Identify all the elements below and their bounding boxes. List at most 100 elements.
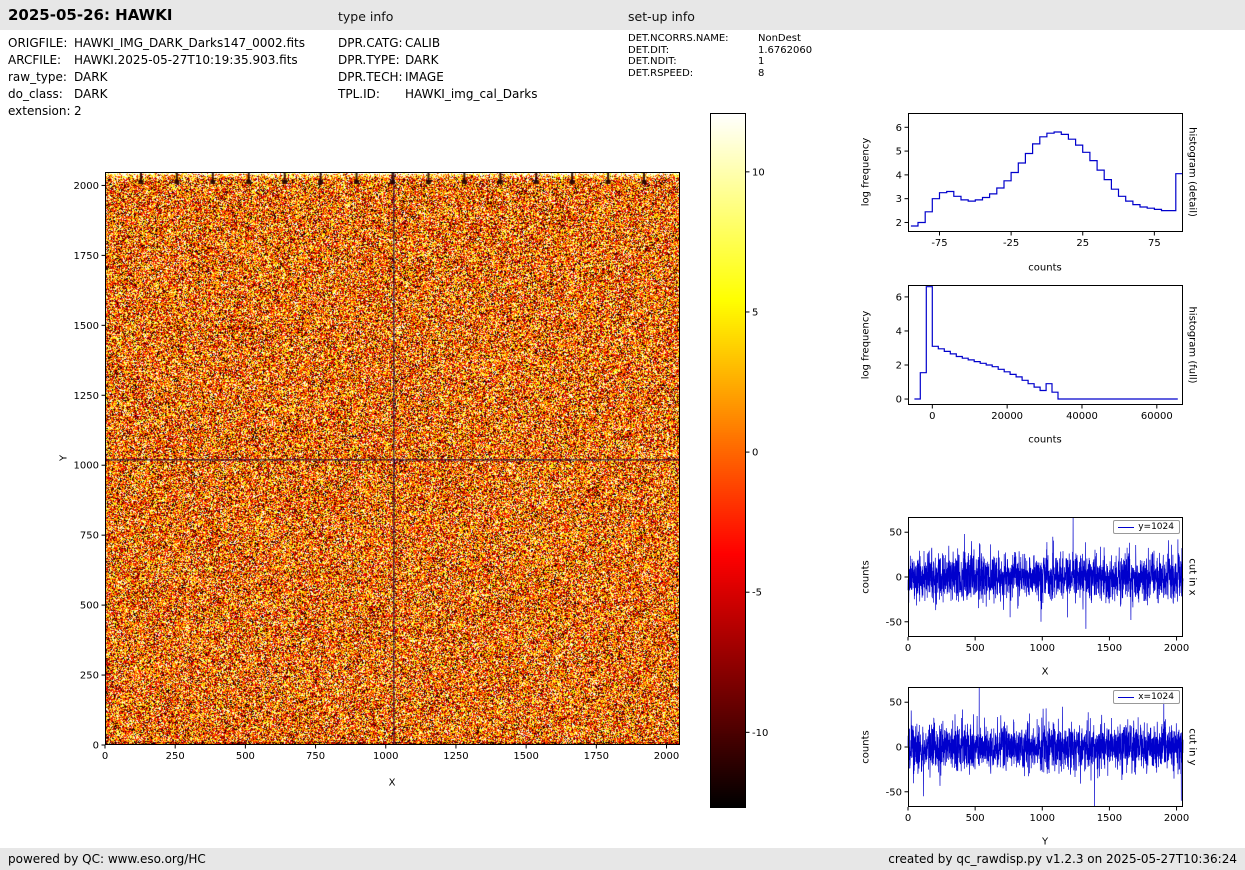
svg-text:2000: 2000: [1164, 643, 1189, 654]
svg-text:0: 0: [896, 743, 902, 754]
meta-row: DET.DIT: 1.6762060: [628, 45, 812, 57]
svg-text:4: 4: [896, 326, 902, 337]
meta-value: CALIB: [405, 35, 440, 52]
meta-row: ORIGFILE: HAWKI_IMG_DARK_Darks147_0002.f…: [8, 35, 305, 52]
setup-info-block: DET.NCORRS.NAME: NonDest DET.DIT: 1.6762…: [628, 33, 812, 79]
meta-value: DARK: [74, 86, 107, 103]
svg-text:5: 5: [896, 147, 902, 158]
meta-label: DET.RSPEED:: [628, 68, 758, 80]
meta-row: extension: 2: [8, 103, 305, 120]
svg-text:1250: 1250: [74, 391, 99, 402]
svg-text:5: 5: [752, 307, 758, 318]
svg-text:0: 0: [905, 813, 911, 824]
legend-label: y=1024: [1138, 522, 1174, 532]
svg-text:0: 0: [752, 448, 758, 459]
meta-value: 8: [758, 68, 764, 80]
meta-value: NonDest: [758, 33, 801, 45]
meta-label: DPR.TECH:: [338, 69, 405, 86]
meta-label: raw_type:: [8, 69, 74, 86]
svg-text:500: 500: [236, 751, 255, 762]
svg-text:250: 250: [80, 671, 99, 682]
meta-row: DPR.TECH: IMAGE: [338, 69, 538, 86]
meta-row: do_class: DARK: [8, 86, 305, 103]
meta-label: TPL.ID:: [338, 86, 405, 103]
svg-text:500: 500: [966, 813, 985, 824]
footer-bar: powered by QC: www.eso.org/HC created by…: [0, 848, 1245, 870]
meta-label: DET.DIT:: [628, 45, 758, 57]
svg-text:1500: 1500: [1097, 643, 1122, 654]
svg-text:-50: -50: [886, 617, 902, 628]
histogram-detail-plot: -75-25257523456: [908, 113, 1183, 232]
legend-label: x=1024: [1138, 692, 1174, 702]
footer-right: created by qc_rawdisp.py v1.2.3 on 2025-…: [888, 852, 1237, 866]
svg-text:4: 4: [896, 170, 902, 181]
svg-text:2: 2: [896, 361, 902, 372]
legend-line-sample: [1118, 697, 1134, 698]
file-info-block: ORIGFILE: HAWKI_IMG_DARK_Darks147_0002.f…: [8, 35, 305, 120]
meta-value: IMAGE: [405, 69, 444, 86]
footer-left: powered by QC: www.eso.org/HC: [8, 852, 206, 866]
svg-text:2000: 2000: [1164, 813, 1189, 824]
svg-text:1000: 1000: [1030, 813, 1055, 824]
svg-text:1750: 1750: [584, 751, 609, 762]
svg-text:250: 250: [166, 751, 185, 762]
svg-text:50: 50: [889, 698, 902, 709]
svg-text:75: 75: [1148, 238, 1161, 249]
svg-text:-5: -5: [752, 588, 762, 599]
svg-text:1500: 1500: [74, 321, 99, 332]
svg-text:2: 2: [896, 218, 902, 229]
setup-info-heading: set-up info: [628, 9, 695, 24]
svg-text:1000: 1000: [373, 751, 398, 762]
svg-text:1750: 1750: [74, 251, 99, 262]
svg-text:0: 0: [896, 395, 902, 406]
svg-text:50: 50: [889, 528, 902, 539]
svg-text:25: 25: [1076, 238, 1089, 249]
meta-label: DET.NDIT:: [628, 56, 758, 68]
svg-text:0: 0: [905, 643, 911, 654]
meta-value: 2: [74, 103, 82, 120]
meta-label: do_class:: [8, 86, 74, 103]
meta-value: DARK: [405, 52, 438, 69]
svg-text:-50: -50: [886, 787, 902, 798]
svg-text:-10: -10: [752, 728, 768, 739]
meta-value: HAWKI_img_cal_Darks: [405, 86, 538, 103]
meta-row: DET.NCORRS.NAME: NonDest: [628, 33, 812, 45]
qc-report-page: 2025-05-26: HAWKI type info set-up info …: [0, 0, 1245, 870]
svg-text:0: 0: [93, 741, 99, 752]
histogram-full-plot: 02000040000600000246: [908, 285, 1183, 405]
meta-row: ARCFILE: HAWKI.2025-05-27T10:19:35.903.f…: [8, 52, 305, 69]
svg-text:500: 500: [966, 643, 985, 654]
page-title: 2025-05-26: HAWKI: [8, 6, 172, 24]
svg-text:750: 750: [306, 751, 325, 762]
meta-value: 1.6762060: [758, 45, 812, 57]
svg-text:1000: 1000: [1030, 643, 1055, 654]
meta-row: DET.RSPEED: 8: [628, 68, 812, 80]
svg-text:6: 6: [896, 123, 902, 134]
header-bar: 2025-05-26: HAWKI type info set-up info: [0, 0, 1245, 30]
meta-value: HAWKI_IMG_DARK_Darks147_0002.fits: [74, 35, 305, 52]
svg-text:40000: 40000: [1066, 411, 1098, 422]
svg-text:2000: 2000: [654, 751, 679, 762]
meta-row: DPR.TYPE: DARK: [338, 52, 538, 69]
type-info-heading: type info: [338, 9, 393, 24]
meta-row: DPR.CATG: CALIB: [338, 35, 538, 52]
svg-text:2000: 2000: [74, 181, 99, 192]
meta-value: 1: [758, 56, 764, 68]
meta-value: DARK: [74, 69, 107, 86]
cut-in-y-plot: x=1024 0500100015002000-50050: [908, 687, 1183, 807]
svg-text:0: 0: [102, 751, 108, 762]
svg-text:10: 10: [752, 167, 765, 178]
main-image-plot: 0250500750100012501500175020000250500750…: [105, 172, 680, 745]
svg-text:20000: 20000: [991, 411, 1023, 422]
svg-text:0: 0: [929, 411, 935, 422]
svg-text:750: 750: [80, 531, 99, 542]
legend-cut-y: x=1024: [1113, 690, 1180, 704]
svg-text:-25: -25: [1003, 238, 1019, 249]
type-info-block: DPR.CATG: CALIB DPR.TYPE: DARK DPR.TECH:…: [338, 35, 538, 103]
meta-label: ARCFILE:: [8, 52, 74, 69]
svg-text:0: 0: [896, 573, 902, 584]
cut-in-x-plot: y=1024 0500100015002000-50050: [908, 517, 1183, 637]
svg-text:1500: 1500: [1097, 813, 1122, 824]
svg-text:1000: 1000: [74, 461, 99, 472]
colorbar: -10-50510: [710, 113, 746, 808]
